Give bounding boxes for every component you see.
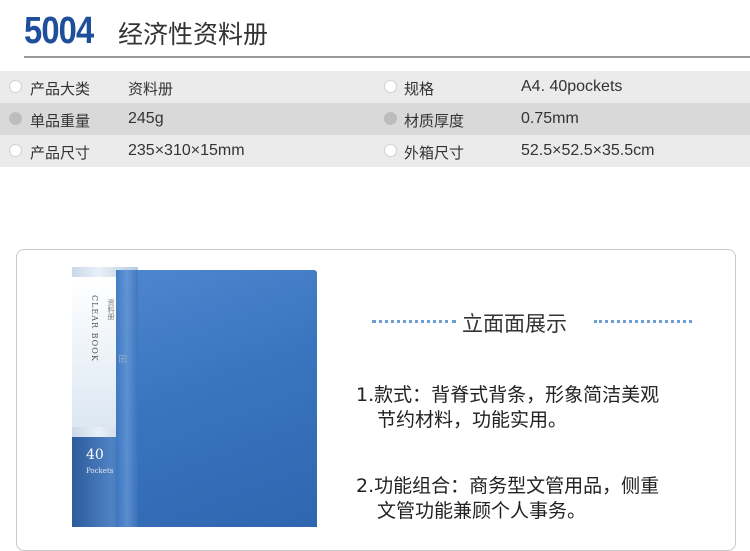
bullet-icon — [384, 144, 397, 157]
pocket-icon: ⊞ — [118, 352, 128, 365]
bullet-icon — [384, 80, 397, 93]
spine-text: CLEAR BOOK — [90, 295, 99, 362]
feature-1: 1.款式：背脊式背条，形象简洁美观 节约材料，功能实用。 — [356, 383, 716, 433]
bullet-icon — [9, 80, 22, 93]
dotted-line-right — [594, 320, 692, 323]
spec-label: 产品大类 — [30, 80, 91, 98]
spec-value: 235×310×15mm — [128, 142, 245, 159]
spine-number: 40 — [86, 447, 104, 463]
title-divider — [24, 56, 750, 58]
spec-label: 材质厚度 — [404, 112, 465, 130]
title-row: 5004 经济性资料册 — [0, 0, 750, 60]
spec-row: 产品尺寸 235×310×15mm 外箱尺寸 52.5×52.5×35.5cm — [0, 135, 750, 167]
heading-text: 立面面展示 — [462, 312, 567, 336]
spec-value: 245g — [128, 110, 164, 127]
spec-row: 产品大类 资料册 规格 A4. 40pockets — [0, 71, 750, 103]
spec-value: A4. 40pockets — [521, 78, 623, 95]
bullet-icon — [9, 112, 22, 125]
binder-image: CLEAR BOOK 资料册 40 Pockets ⊞ — [72, 267, 317, 527]
spec-table: 产品大类 资料册 规格 A4. 40pockets 单品重量 245g 材质厚度… — [0, 71, 750, 167]
product-name: 经济性资料册 — [118, 20, 269, 49]
bullet-icon — [384, 112, 397, 125]
spine-number-sub: Pockets — [86, 467, 114, 475]
feature-2-line-2: 文管功能兼顾个人事务。 — [377, 500, 587, 522]
spec-row: 单品重量 245g 材质厚度 0.75mm — [0, 103, 750, 135]
spec-label: 产品尺寸 — [30, 144, 91, 162]
binder-edge — [116, 270, 138, 527]
model-number: 5004 — [24, 10, 94, 52]
section-heading: 立面面展示 — [372, 306, 692, 336]
dotted-line-left — [372, 320, 456, 323]
spine-subtext: 资料册 — [107, 299, 115, 320]
spec-label: 规格 — [404, 80, 435, 98]
spec-label: 单品重量 — [30, 112, 91, 130]
feature-2: 2.功能组合：商务型文管用品，侧重 文管功能兼顾个人事务。 — [356, 474, 716, 524]
feature-2-line-1: 2.功能组合：商务型文管用品，侧重 — [356, 475, 660, 497]
bullet-icon — [9, 144, 22, 157]
spec-value: 0.75mm — [521, 110, 579, 127]
feature-1-line-1: 1.款式：背脊式背条，形象简洁美观 — [356, 384, 660, 406]
binder-cover — [116, 270, 317, 527]
spec-value: 52.5×52.5×35.5cm — [521, 142, 655, 159]
spec-value: 资料册 — [128, 80, 174, 98]
feature-1-line-2: 节约材料，功能实用。 — [377, 409, 568, 431]
spec-label: 外箱尺寸 — [404, 144, 465, 162]
